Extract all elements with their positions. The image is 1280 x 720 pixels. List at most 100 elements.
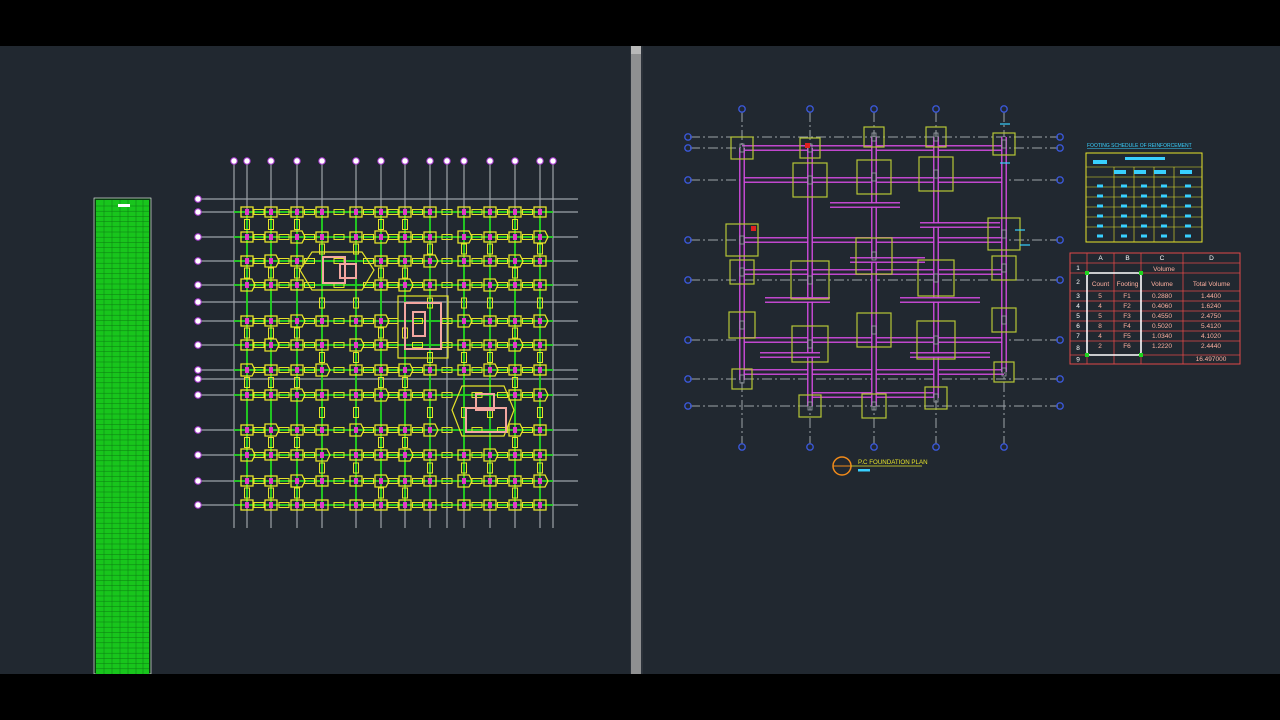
sheet-total: 5.4120 bbox=[1201, 323, 1221, 330]
row-number: 1 bbox=[1076, 265, 1080, 272]
column bbox=[379, 209, 383, 215]
grid-bubble bbox=[194, 375, 202, 383]
column bbox=[488, 502, 492, 508]
grid-bubble bbox=[870, 105, 878, 113]
volume-spreadsheet[interactable]: A B C D 1 2 3 4 5 6 7 8 9 Volume Count Footing Volume Tot… bbox=[1069, 252, 1241, 365]
column bbox=[269, 318, 273, 324]
column bbox=[295, 367, 299, 373]
column bbox=[320, 318, 324, 324]
schedule-cell-mark bbox=[1121, 214, 1127, 218]
column bbox=[320, 234, 324, 240]
grid-bubble bbox=[194, 477, 202, 485]
row-number: 7 bbox=[1076, 333, 1080, 340]
column bbox=[538, 234, 542, 240]
right-viewport[interactable]: P.C FOUNDATION PLAN FOOTING SCHEDULE OF … bbox=[643, 46, 1280, 674]
right-drawing-canvas[interactable]: P.C FOUNDATION PLAN FOOTING SCHEDULE OF … bbox=[643, 46, 1280, 674]
schedule-cell-mark bbox=[1141, 214, 1147, 218]
column bbox=[269, 367, 273, 373]
column bbox=[513, 427, 517, 433]
grid-bubble bbox=[194, 501, 202, 509]
column bbox=[354, 478, 358, 484]
sheet-count: 5 bbox=[1098, 293, 1102, 300]
column bbox=[513, 478, 517, 484]
schedule-cell-mark bbox=[1141, 224, 1147, 228]
column bbox=[320, 452, 324, 458]
schedule-cell-mark bbox=[1161, 204, 1167, 208]
column bbox=[295, 342, 299, 348]
grid-bubble bbox=[536, 157, 544, 165]
sheet-count: 4 bbox=[1098, 333, 1102, 340]
splitter-grip[interactable] bbox=[631, 46, 641, 54]
column bbox=[538, 342, 542, 348]
schedule-cell-mark bbox=[1141, 194, 1147, 198]
row-number: 8 bbox=[1076, 345, 1080, 352]
sheet-header: Total Volume bbox=[1193, 281, 1231, 288]
column bbox=[462, 282, 466, 288]
column bbox=[269, 209, 273, 215]
column bbox=[428, 209, 432, 215]
column bbox=[403, 427, 407, 433]
sheet-total: 1.4400 bbox=[1201, 293, 1221, 300]
sheet-total: 2.4750 bbox=[1201, 313, 1221, 320]
grid-bubble bbox=[511, 157, 519, 165]
column bbox=[295, 318, 299, 324]
schedule-header-mark bbox=[1125, 157, 1165, 160]
schedule-header-mark bbox=[1134, 170, 1146, 174]
row-number: 9 bbox=[1076, 357, 1080, 364]
column bbox=[379, 367, 383, 373]
column bbox=[488, 209, 492, 215]
column bbox=[354, 392, 358, 398]
column bbox=[538, 258, 542, 264]
grid-bubble bbox=[806, 443, 814, 451]
column bbox=[488, 258, 492, 264]
sheet-total: 2.4440 bbox=[1201, 343, 1221, 350]
sheet-header: Volume bbox=[1151, 281, 1173, 288]
column bbox=[428, 282, 432, 288]
left-footings[interactable] bbox=[240, 206, 549, 511]
column bbox=[295, 209, 299, 215]
grid-bubble bbox=[194, 233, 202, 241]
grid-bubble bbox=[230, 157, 238, 165]
column bbox=[379, 478, 383, 484]
column bbox=[538, 502, 542, 508]
splitter-bar[interactable] bbox=[631, 46, 641, 674]
column-header: D bbox=[1209, 255, 1214, 262]
sheet-header: Count bbox=[1092, 281, 1110, 288]
column bbox=[428, 234, 432, 240]
column bbox=[245, 209, 249, 215]
sheet-footing: F3 bbox=[1123, 313, 1131, 320]
column bbox=[295, 392, 299, 398]
footing-schedule[interactable]: FOOTING SCHEDULE OF REINFORCEMENT bbox=[1085, 143, 1203, 243]
column bbox=[428, 392, 432, 398]
column bbox=[488, 478, 492, 484]
schedule-header-mark bbox=[1154, 170, 1166, 174]
schedule-cell-mark bbox=[1121, 204, 1127, 208]
left-viewport[interactable] bbox=[0, 46, 630, 674]
column bbox=[428, 367, 432, 373]
elevation-section[interactable] bbox=[93, 197, 152, 674]
column bbox=[320, 478, 324, 484]
row-number: 4 bbox=[1076, 303, 1080, 310]
schedule-cell-mark bbox=[1097, 214, 1103, 218]
column bbox=[513, 282, 517, 288]
column bbox=[295, 452, 299, 458]
schedule-cell-mark bbox=[1097, 224, 1103, 228]
schedule-cell-mark bbox=[1121, 234, 1127, 238]
grid-bubble bbox=[194, 366, 202, 374]
schedule-cell-mark bbox=[1161, 224, 1167, 228]
strap-beams bbox=[739, 137, 1007, 406]
column bbox=[354, 502, 358, 508]
letterbox-bottom bbox=[0, 674, 1280, 720]
left-drawing-canvas[interactable] bbox=[0, 46, 630, 674]
column bbox=[354, 318, 358, 324]
column bbox=[354, 452, 358, 458]
grid-bubble bbox=[194, 317, 202, 325]
schedule-cell-mark bbox=[1185, 234, 1191, 238]
viewport-splitter[interactable] bbox=[630, 46, 643, 674]
column bbox=[462, 209, 466, 215]
grid-bubble bbox=[486, 157, 494, 165]
schedule-cell-mark bbox=[1121, 224, 1127, 228]
column bbox=[488, 452, 492, 458]
column bbox=[462, 342, 466, 348]
grid-bubble bbox=[194, 391, 202, 399]
